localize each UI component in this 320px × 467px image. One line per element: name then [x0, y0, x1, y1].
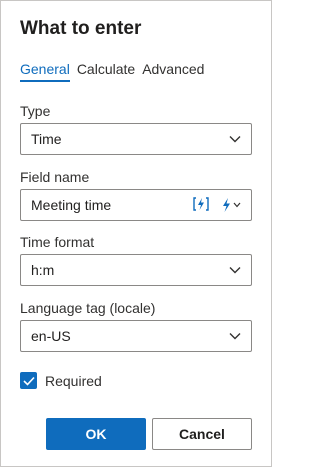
ok-button[interactable]: OK	[46, 418, 146, 450]
cancel-button[interactable]: Cancel	[152, 418, 252, 450]
what-to-enter-panel: What to enter General Calculate Advanced…	[0, 0, 272, 467]
dynamic-content-icon[interactable]	[192, 196, 210, 215]
time-format-dropdown[interactable]: h:m	[20, 254, 252, 286]
language-tag-value: en-US	[31, 328, 71, 344]
tab-advanced[interactable]: Advanced	[142, 61, 204, 82]
field-name-label: Field name	[20, 169, 90, 185]
field-name-value: Meeting time	[31, 197, 112, 213]
time-format-label: Time format	[20, 234, 95, 250]
tab-bar: General Calculate Advanced	[20, 61, 204, 82]
type-value: Time	[31, 131, 62, 147]
language-tag-label: Language tag (locale)	[20, 300, 156, 316]
chevron-down-icon	[229, 330, 241, 342]
required-checkbox[interactable]	[20, 372, 37, 389]
checkmark-icon	[22, 376, 35, 386]
tab-calculate[interactable]: Calculate	[77, 61, 135, 82]
panel-title: What to enter	[20, 18, 142, 39]
type-dropdown[interactable]: Time	[20, 123, 252, 155]
chevron-down-icon	[229, 264, 241, 276]
field-name-input[interactable]: Meeting time	[20, 189, 252, 221]
time-format-value: h:m	[31, 262, 55, 278]
type-label: Type	[20, 103, 51, 119]
tab-general[interactable]: General	[20, 61, 70, 82]
language-tag-dropdown[interactable]: en-US	[20, 320, 252, 352]
required-label: Required	[45, 372, 102, 389]
chevron-down-icon	[229, 133, 241, 145]
lightning-dropdown-icon[interactable]	[220, 197, 241, 213]
required-checkbox-row[interactable]: Required	[20, 372, 102, 389]
